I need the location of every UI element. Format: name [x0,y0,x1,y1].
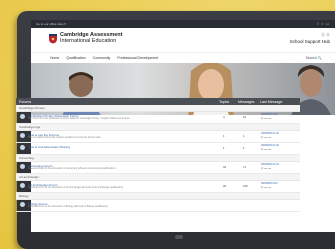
forum-row[interactable]: Biology Forum A general forum for the di… [16,200,300,212]
category-label: Accounting [16,155,300,162]
message-count: 1 [243,134,245,138]
category-label: Art and Design [16,174,300,181]
forum-row[interactable]: Art and Design Forum A general forum for… [16,181,300,193]
site-logo[interactable]: Cambridge Assessment International Educa… [48,32,122,44]
topic-count: 26 [223,184,227,188]
last-message-date[interactable]: 04/05/2015 11:30 [261,145,279,147]
forum-icon [20,183,25,188]
last-message-author: by ▪▪▪▪ ▪▪▪▪ [261,137,272,139]
forum-icon [20,114,25,119]
nav-home[interactable]: Home [50,56,59,60]
topic-count: 34 [223,165,227,169]
site-name: School Support Hub [289,39,330,44]
header-forums: Forums [19,99,32,104]
office-sites-link[interactable]: Go to our office sites ▾ [36,22,66,26]
logo-line-2: International Education [60,37,117,44]
forum-icon [20,202,25,207]
forum-table-header: Forums Topics Messages Last Message [16,98,300,105]
site-header: Cambridge Assessment International Educa… [31,28,335,53]
message-count: 10 [243,115,247,119]
last-message-author: by ▪▪▪▪ ▪▪▪▪ [261,149,272,151]
header-messages: Messages [238,99,255,104]
last-message-date[interactable]: 03/06/2015 10:14 [261,164,279,166]
topic-count: 4 [223,115,225,119]
forum-icon [20,164,25,169]
search-button[interactable]: Search 🔍 [306,56,322,60]
forum-row[interactable]: How to Use Discussion Sharing 1 1 04/05/… [16,143,300,155]
laptop-camera [175,235,183,239]
nav-professional-development[interactable]: Professional Development [117,56,158,60]
forum-description: This forum is for the discussion of topi… [28,118,130,120]
message-count: 156 [243,184,248,188]
nav-qualification[interactable]: Qualification [66,56,85,60]
message-count: 71 [243,165,247,169]
message-count: 1 [243,146,245,150]
category-label: Biology [16,193,300,200]
last-message-date[interactable]: 03/06/2015 9:01 [261,183,278,185]
forum-description: A general forum for the discussion of Ac… [28,168,116,170]
header-topics: Topics [219,99,230,104]
header-icons[interactable]: ⓪ ⓪ [290,32,330,38]
forum-row[interactable]: Accounting Forum A general forum for the… [16,162,300,174]
category-label: Cambridge Primary [16,105,300,112]
header-last-message: Last Message [260,99,283,104]
crest-icon [49,34,57,44]
forum-icon [20,133,25,138]
forum-icon [20,145,25,150]
forum-description: A general forum for the discussion of Bi… [28,206,108,208]
last-message-date[interactable]: 03/06/2015 9:34 [261,114,278,116]
forum-description: A general forum for the discussion of Ar… [28,187,123,189]
nav-community[interactable]: Community [93,56,111,60]
forum-row[interactable]: How to use the Forums This is a sticked … [16,131,300,143]
topic-count: 1 [223,146,225,150]
last-message-date[interactable]: 04/05/2015 11:30 [261,133,279,135]
last-message-author: by ▪▪▪▪ ▪▪▪▪ [261,187,272,189]
forum-description: This is a sticked forum that contains gu… [28,137,102,139]
forum-row[interactable]: Cambridge Primary Discussion Forum This … [16,112,300,124]
category-label: Cambridge Inge [16,124,300,131]
topic-count: 1 [223,134,225,138]
utility-bar: Go to our office sites ▾ 𝕗 𝕥 in [31,20,335,28]
social-icons[interactable]: 𝕗 𝕥 in [317,22,330,26]
forum-table: Forums Topics Messages Last Message Camb… [16,98,300,212]
main-nav: Home Qualification Community Professiona… [31,53,335,63]
last-message-author: by ▪▪▪▪ ▪▪▪▪ [261,168,272,170]
last-message-author: by ▪▪▪▪ ▪▪▪▪ [261,118,272,120]
forum-title[interactable]: How to Use Discussion Sharing [28,145,70,149]
